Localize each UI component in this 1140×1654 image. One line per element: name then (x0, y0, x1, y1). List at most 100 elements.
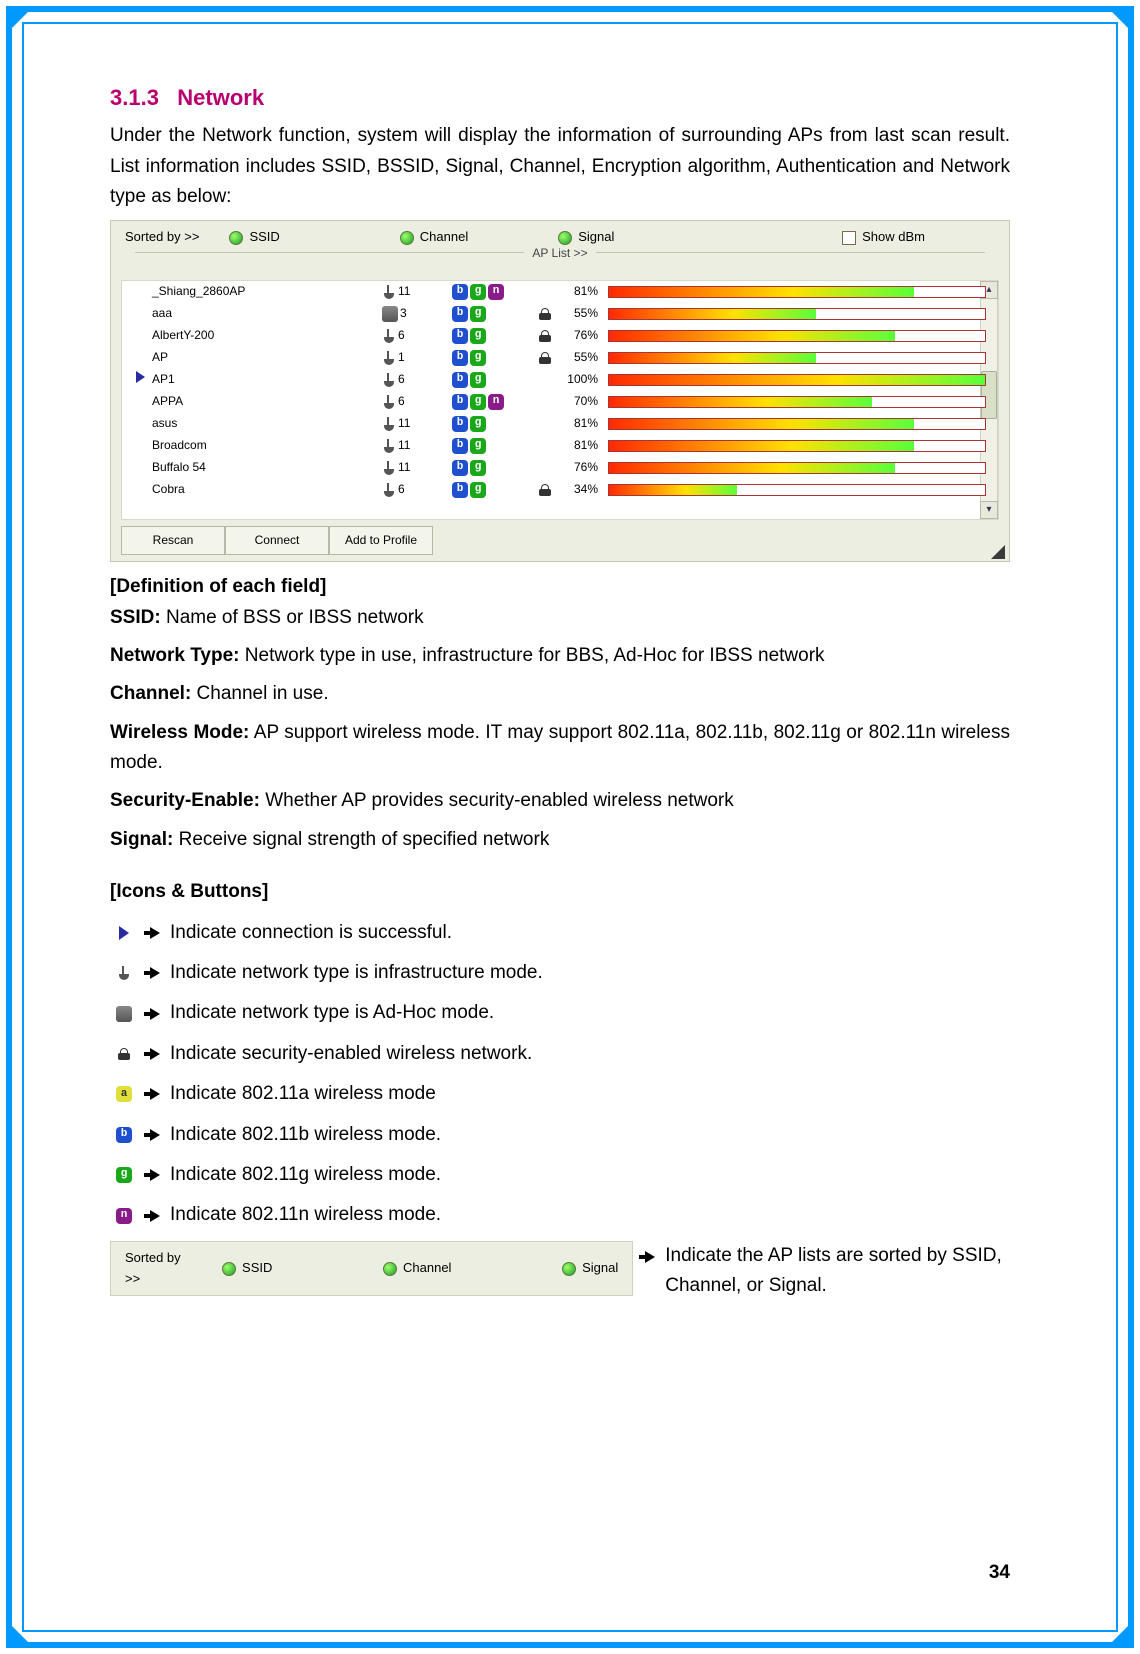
infrastructure-icon (382, 373, 396, 387)
ap-modes: bgn (452, 284, 532, 300)
show-dbm-checkbox[interactable]: Show dBm (842, 227, 925, 248)
lock-icon (539, 352, 551, 364)
scroll-down-button[interactable]: ▾ (980, 501, 998, 519)
arrow-right-icon (150, 1210, 160, 1222)
infrastructure-icon (382, 483, 396, 497)
radio-signal-icon (562, 1262, 576, 1276)
radio-signal-icon (558, 231, 572, 245)
ap-modes: bg (452, 416, 532, 432)
show-dbm-label: Show dBm (862, 227, 925, 248)
definition-line: Security-Enable: Whether AP provides sec… (110, 786, 1010, 816)
sort-col-channel-label: Channel (420, 227, 468, 248)
ap-channel: 6 (382, 392, 452, 411)
mode-a-icon: a (116, 1086, 132, 1102)
ap-list[interactable]: ▴ ▾ _Shiang_2860AP11bgn81%aaa3bg55%Alber… (121, 280, 999, 520)
icon-legend-row: a Indicate 802.11a wireless mode (110, 1079, 1010, 1109)
arrow-right-icon (150, 1008, 160, 1020)
ap-row[interactable]: APPA6bgn70% (122, 391, 998, 413)
ap-row[interactable]: Broadcom11bg81% (122, 435, 998, 457)
adhoc-icon (116, 1006, 132, 1022)
ap-signal-bar (608, 286, 998, 298)
ap-row[interactable]: Cobra6bg34% (122, 479, 998, 501)
resize-grip-icon[interactable] (991, 545, 1005, 559)
ap-security (532, 308, 558, 320)
icon-legend-text: Indicate 802.11n wireless mode. (170, 1200, 441, 1230)
lock-icon (539, 484, 551, 496)
ap-row[interactable]: AlbertY-2006bg76% (122, 325, 998, 347)
ap-signal-percent: 76% (558, 326, 608, 345)
ap-row[interactable]: asus11bg81% (122, 413, 998, 435)
ap-signal-percent: 81% (558, 414, 608, 433)
ap-ssid: Cobra (152, 480, 382, 499)
lock-icon (539, 308, 551, 320)
definition-line: Network Type: Network type in use, infra… (110, 641, 1010, 671)
ap-buttons-row: Rescan Connect Add to Profile (111, 524, 1009, 561)
ap-signal-percent: 55% (558, 348, 608, 367)
intro-paragraph: Under the Network function, system will … (110, 121, 1010, 212)
sort-col-channel[interactable]: Channel (400, 227, 468, 248)
ap-ssid: APPA (152, 392, 382, 411)
mode-n-icon: n (116, 1208, 132, 1224)
icon-legend-text: Indicate network type is Ad-Hoc mode. (170, 998, 494, 1028)
ap-signal-percent: 81% (558, 436, 608, 455)
icon-legend-row: Indicate network type is Ad-Hoc mode. (110, 998, 1010, 1028)
ap-signal-percent: 70% (558, 392, 608, 411)
ap-signal-bar (608, 352, 998, 364)
arrow-right-icon (150, 927, 160, 939)
ap-row[interactable]: AP16bg100% (122, 369, 998, 391)
mode-g-icon: g (470, 394, 486, 410)
mode-b-icon: b (452, 372, 468, 388)
ap-ssid: AP1 (152, 370, 382, 389)
mode-b-icon: b (452, 482, 468, 498)
ap-signal-bar (608, 462, 998, 474)
mode-g-icon: g (470, 284, 486, 300)
ap-ssid: Buffalo 54 (152, 458, 382, 477)
sorted-by-signal[interactable]: Signal (562, 1258, 618, 1279)
ap-modes: bg (452, 460, 532, 476)
ap-modes: bg (452, 438, 532, 454)
sorted-by-channel[interactable]: Channel (383, 1258, 451, 1279)
mode-b-icon: b (452, 306, 468, 322)
icon-legend-text: Indicate 802.11b wireless mode. (170, 1120, 441, 1150)
mode-n-icon: n (488, 394, 504, 410)
ap-signal-bar (608, 396, 998, 408)
ap-row[interactable]: _Shiang_2860AP11bgn81% (122, 281, 998, 303)
ap-signal-percent: 76% (558, 458, 608, 477)
section-title: 3.1.3 Network (110, 80, 1010, 115)
add-to-profile-button[interactable]: Add to Profile (329, 526, 433, 555)
ap-channel: 6 (382, 370, 452, 389)
ap-signal-bar (608, 440, 998, 452)
ap-modes: bg (452, 306, 532, 322)
sort-col-ssid[interactable]: SSID (229, 227, 279, 248)
section-name: Network (177, 85, 264, 110)
ap-ssid: aaa (152, 304, 382, 323)
ap-modes: bg (452, 372, 532, 388)
ap-ssid: Broadcom (152, 436, 382, 455)
ap-row[interactable]: aaa3bg55% (122, 303, 998, 325)
ap-list-header-label: AP List >> (524, 246, 595, 260)
sorted-by-strip-label: Sorted by >> (125, 1248, 182, 1290)
definitions-block: [Definition of each field] SSID: Name of… (110, 572, 1010, 855)
adhoc-icon (382, 306, 398, 322)
arrow-right-icon (150, 1088, 160, 1100)
connect-button[interactable]: Connect (225, 526, 329, 555)
infrastructure-icon (382, 351, 396, 365)
icon-legend-row: gIndicate 802.11g wireless mode. (110, 1160, 1010, 1190)
infrastructure-icon (382, 395, 396, 409)
rescan-button[interactable]: Rescan (121, 526, 225, 555)
ap-row[interactable]: Buffalo 5411bg76% (122, 457, 998, 479)
ap-modes: bg (452, 482, 532, 498)
mode-b-icon: b (452, 416, 468, 432)
ap-row[interactable]: AP1bg55% (122, 347, 998, 369)
sorted-by-ssid[interactable]: SSID (222, 1258, 272, 1279)
icon-legend-text: Indicate 802.11a wireless mode (170, 1079, 436, 1109)
checkbox-icon (842, 231, 856, 245)
ap-list-divider: AP List >> (135, 252, 985, 274)
radio-channel-icon (400, 231, 414, 245)
ap-channel: 11 (382, 282, 452, 301)
connected-indicator (136, 370, 152, 389)
ap-signal-bar (608, 330, 998, 342)
mode-b-icon: b (452, 350, 468, 366)
mode-g-icon: g (470, 482, 486, 498)
ap-signal-bar (608, 374, 998, 386)
